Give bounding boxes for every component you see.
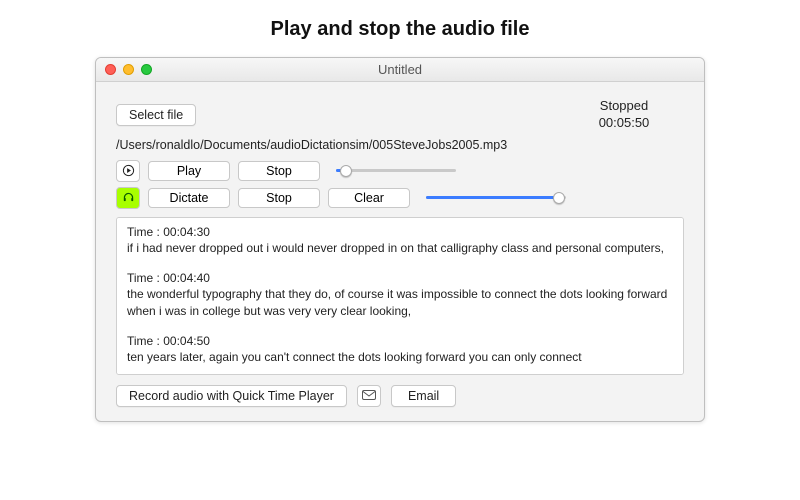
transcript-text: the wonderful typography that they do, o… xyxy=(127,286,673,318)
transcript-text: if i had never dropped out i would never… xyxy=(127,240,673,256)
transcript-timestamp: Time : 00:04:30 xyxy=(127,224,673,240)
window-title: Untitled xyxy=(96,62,704,77)
play-stop-button[interactable]: Stop xyxy=(238,161,320,181)
clear-button[interactable]: Clear xyxy=(328,188,410,208)
playback-status: Stopped 00:05:50 xyxy=(564,98,684,132)
select-file-button[interactable]: Select file xyxy=(116,104,196,126)
traffic-lights xyxy=(96,64,152,75)
transcript-entry: Time : 00:04:50ten years later, again yo… xyxy=(127,333,673,365)
window-content: Select file Stopped 00:05:50 /Users/rona… xyxy=(96,82,704,421)
transcript-timestamp: Time : 00:04:40 xyxy=(127,270,673,286)
close-icon[interactable] xyxy=(105,64,116,75)
transcript-timestamp: Time : 00:04:50 xyxy=(127,333,673,349)
headphones-icon[interactable] xyxy=(116,187,140,209)
dictate-controls-row: Dictate Stop Clear xyxy=(116,187,684,209)
transcript-area[interactable]: Time : 00:04:30if i had never dropped ou… xyxy=(116,217,684,375)
transcript-entry: Time : 00:04:40the wonderful typography … xyxy=(127,270,673,319)
play-controls-row: Play Stop xyxy=(116,160,684,182)
status-time: 00:05:50 xyxy=(564,115,684,132)
file-path: /Users/ronaldlo/Documents/audioDictation… xyxy=(116,138,684,152)
email-button[interactable]: Email xyxy=(391,385,456,407)
playback-position-slider[interactable] xyxy=(336,163,456,179)
play-circle-icon[interactable] xyxy=(116,160,140,182)
play-button[interactable]: Play xyxy=(148,161,230,181)
dictate-button[interactable]: Dictate xyxy=(148,188,230,208)
dictate-stop-button[interactable]: Stop xyxy=(238,188,320,208)
volume-slider[interactable] xyxy=(426,190,566,206)
minimize-icon[interactable] xyxy=(123,64,134,75)
zoom-icon[interactable] xyxy=(141,64,152,75)
record-quicktime-button[interactable]: Record audio with Quick Time Player xyxy=(116,385,347,407)
titlebar[interactable]: Untitled xyxy=(96,58,704,82)
app-window: Untitled Select file Stopped 00:05:50 /U… xyxy=(95,57,705,422)
transcript-entry: Time : 00:04:30if i had never dropped ou… xyxy=(127,224,673,256)
transcript-text: ten years later, again you can't connect… xyxy=(127,349,673,365)
status-state: Stopped xyxy=(564,98,684,115)
page-caption: Play and stop the audio file xyxy=(0,0,800,47)
email-icon[interactable] xyxy=(357,385,381,407)
